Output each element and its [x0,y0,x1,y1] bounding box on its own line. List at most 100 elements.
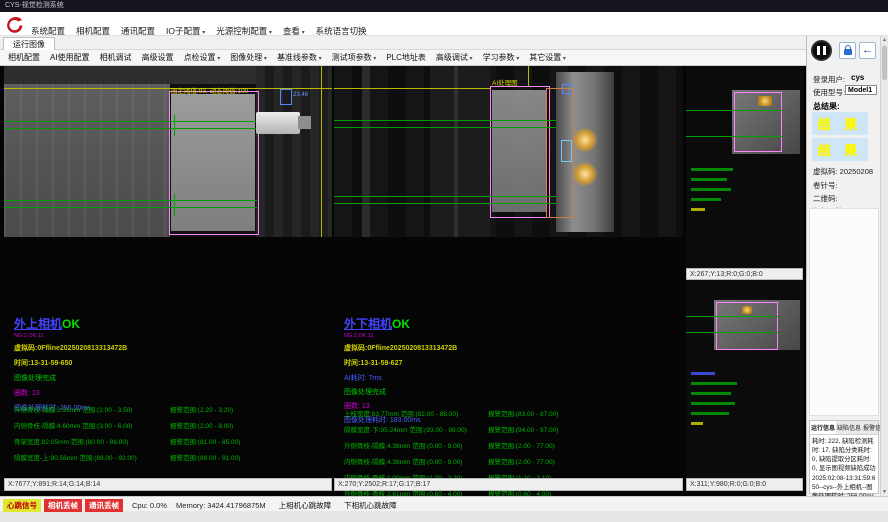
yellow-guide-line-v [321,66,322,237]
measure-line [334,127,556,128]
camera-mid-coords: X:270;Y:2502;R:17;G:17;B:17 [334,478,683,491]
tool-other-settings[interactable]: 其它设置 [529,52,566,63]
tiny-result-text [691,412,729,415]
measure-row: 外侧骨枝-隔膜:2.91mm 范围:(2.00 - 3.50) [14,404,132,414]
camera-right-top-coords: X:267;Y:13;R:0;G:0;B:0 [686,268,803,280]
status-badges: 心跳信号 相机丢帧 通讯丢帧 Cpu: 0.0% Memory: 3424.41… [3,499,397,512]
alarm-range: 报警范围:(2.20 - 3.20) [170,404,233,414]
model-input[interactable]: Model1 [845,85,877,95]
yellow-guide-tick [528,66,529,86]
scrollbar-thumb[interactable] [882,46,887,80]
tiny-result-text [691,402,735,405]
camera-right-bottom-coords: X:311;Y:980;R:0;G:0;B:0 [686,478,803,491]
camera-mid-time: 时间:13-31-59-627 [344,358,457,368]
camera-mid-done: 图像处理完成 [344,387,457,397]
measure-row: 内侧骨枝-隔膜:4.60mm 范围:(3.00 - 6.00) [14,420,132,430]
tool-image-processing[interactable]: 图像处理 [230,52,267,63]
window-title: CYS-视觉检测系统 [5,2,64,9]
stats-log-text: 耗时: 222, 缺陷检测耗时: 17, 缺陷分类耗时: 0, 缺陷提取分区耗时… [810,435,878,503]
menu-bar: 系统配置 相机配置 通讯配置 IO子配置 光源控制配置 查看 系统语言切换 [0,12,888,36]
tool-plc-address-table[interactable]: PLC地址表 [386,52,426,63]
scroll-up-arrow-icon[interactable]: ▲ [881,37,888,43]
app-logo-icon [4,14,25,35]
alarm-range: 报警范围:(89.00 - 91.00) [170,452,240,462]
window-titlebar: CYS-视觉检测系统 [0,0,888,12]
measure-line [686,110,782,111]
result-list-area[interactable] [809,208,879,416]
machine-dark-column [430,66,490,237]
tab-strip: 运行图像 [0,36,888,50]
tool-learning-params[interactable]: 学习参数 [483,52,520,63]
toolbar: 相机配置 AI使用配置 相机调试 高级设置 点检设置 图像处理 基准线参数 测试… [0,50,888,66]
tiny-result-text [691,178,727,181]
measure-row: 内侧骨枝-隔膜:4.38mm 范围:(0.00 - 9.00) [344,456,462,466]
camera-left-time: 时间:13-31-59-650 [14,358,127,368]
alarm-range: 报警范围:(2.00 - 77.00) [488,440,555,450]
alarm-range: 报警范围:(2.00 - 8.00) [170,420,233,430]
tool-camera-config[interactable]: 相机配置 [8,52,40,63]
measure-line [334,196,556,197]
tiny-result-text [691,382,737,385]
camera-left-done: 图像处理完成 [14,373,127,383]
alarm-range: 报警范围:(2.00 - 77.00) [488,456,555,466]
upper-camera-alert: 上相机心跳故障 [279,500,332,511]
pause-button[interactable] [811,40,832,61]
tool-baseline-params[interactable]: 基准线参数 [277,52,322,63]
app-window: CYS-视觉检测系统 系统配置 相机配置 通讯配置 IO子配置 光源控制配置 查… [0,0,888,522]
overlay-measure-value: 23.46 [293,92,308,98]
camera-left-image[interactable]: 23.46 固定阈值:93, 动态阈值:100 [4,66,332,237]
needle-no-label: 卷针号: [813,180,838,191]
tab-run-image[interactable]: 运行图像 [3,37,55,51]
camera-mid-status: OK [392,317,410,331]
tool-test-params[interactable]: 测试项参数 [332,52,377,63]
tiny-result-text [691,168,733,171]
stats-tab-run-info[interactable]: 运行信息 [810,421,836,434]
cpu-usage-text: Cpu: 0.0% [132,501,167,510]
tool-camera-debug[interactable]: 相机调试 [100,52,132,63]
tab-glow [758,96,772,106]
exit-back-button[interactable]: ← [859,42,876,59]
camera-left-status: OK [62,317,80,331]
tool-spotcheck-settings[interactable]: 点检设置 [184,52,221,63]
camera-mid-title: 外下相机 [344,317,392,331]
tiny-ok-text [691,422,703,425]
measure-row: 外侧骨枝-隔膜:4.38mm 范围:(0.00 - 9.00) [344,440,462,450]
stats-box: 运行信息 缺陷信息 报警信息 耗时: 222, 缺陷检测耗时: 17, 缺陷分类… [809,420,879,494]
result-box-upper: 结 果 [812,112,868,135]
measure-line [4,200,257,201]
roi-rect-cyan [561,140,572,162]
measure-row: 骨架宽度:82.05mm 范围:(80.00 - 86.00) [14,436,128,446]
stats-tab-defect-info[interactable]: 缺陷信息 [836,421,862,434]
stats-tabs: 运行信息 缺陷信息 报警信息 [810,421,878,435]
tool-advanced-settings[interactable]: 高级设置 [142,52,174,63]
tool-advanced-debug[interactable]: 高级调试 [436,52,473,63]
measure-line [686,136,782,137]
tool-ai-use-config[interactable]: AI使用配置 [50,52,90,63]
roi-rect-blue [562,84,572,94]
alarm-range: 报警范围:(94.00 - 97.00) [488,424,558,434]
measure-line [334,203,556,204]
lock-user-button[interactable] [839,42,856,59]
ai-image-label: AI处理图 [492,77,518,87]
tab-glow [572,128,598,152]
total-result-label: 总结果: [813,101,840,112]
camera-right-top-image[interactable] [686,66,803,268]
sidebar-scrollbar[interactable]: ▲ ▼ [880,36,888,496]
lock-icon [844,49,852,55]
scroll-down-arrow-icon[interactable]: ▼ [881,489,888,495]
yellow-guide-line-h [334,88,490,89]
alarm-range: 报警范围:(81.00 - 85.00) [170,436,240,446]
roi-rect-pink [490,86,550,218]
camera-left-loops: 圈数: 13 [14,388,127,398]
roi-rect-pink [169,91,259,235]
tiny-result-text [691,198,721,201]
camera-left-title: 外上相机 [14,317,62,331]
camera-mid-ai-time: AI耗时: 7ms [344,373,457,383]
machine-column [362,66,370,237]
measure-line [686,316,778,317]
qr-code-label: 二维码: [813,193,838,204]
camera-mid-image[interactable]: AI处理图 [334,66,683,237]
status-bar-lower-strip [0,511,888,522]
camera-right-bottom-image[interactable] [686,280,803,478]
tiny-result-text [691,188,731,191]
